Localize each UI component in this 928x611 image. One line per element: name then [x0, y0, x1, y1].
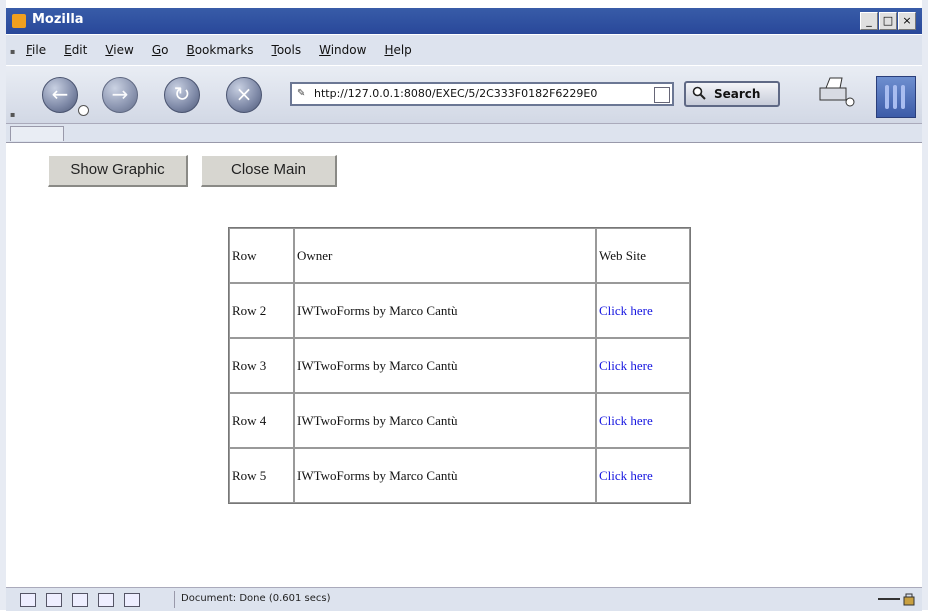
- row-cell: Row 4: [229, 393, 294, 448]
- stop-button[interactable]: ×: [226, 77, 262, 113]
- mozilla-app-icon: [12, 14, 26, 28]
- title-bar: Mozilla _ □ ×: [6, 8, 922, 34]
- header-row: Row: [229, 228, 294, 283]
- back-history-dropdown-icon[interactable]: [78, 105, 89, 116]
- close-window-button[interactable]: ×: [898, 12, 916, 30]
- address-bar[interactable]: ✎ http://127.0.0.1:8080/EXEC/5/2C333F018…: [290, 82, 674, 106]
- chat-icon[interactable]: [124, 593, 140, 607]
- page-icon: ✎: [297, 88, 306, 99]
- status-separator: [174, 591, 175, 608]
- search-button-label: Search: [714, 87, 761, 101]
- row-cell: Row 3: [229, 338, 294, 393]
- menu-file[interactable]: File: [26, 43, 46, 57]
- menu-help[interactable]: Help: [384, 43, 411, 57]
- composer-icon[interactable]: [72, 593, 88, 607]
- web-site-cell: Click here: [596, 283, 690, 338]
- minimize-button[interactable]: _: [860, 12, 878, 30]
- click-here-link[interactable]: Click here: [599, 468, 653, 483]
- print-icon[interactable]: [816, 76, 856, 108]
- click-here-link[interactable]: Click here: [599, 413, 653, 428]
- mail-icon[interactable]: [46, 593, 62, 607]
- search-button[interactable]: Search: [684, 81, 780, 107]
- tab-strip: [6, 124, 922, 143]
- reload-button[interactable]: ↻: [164, 77, 200, 113]
- forward-button[interactable]: →: [102, 77, 138, 113]
- menu-go[interactable]: Go: [152, 43, 169, 57]
- menu-bar: ▪ File Edit View Go Bookmarks Tools Wind…: [6, 35, 922, 65]
- forward-arrow-icon: →: [111, 82, 129, 106]
- status-bar: Document: Done (0.601 secs): [6, 587, 922, 611]
- security-lock-icon[interactable]: [876, 592, 916, 606]
- navigation-toolbar: ▪ ← → ↻ × ✎ http://127.0.0.1:8080/EXEC/5…: [6, 66, 922, 124]
- menu-tools[interactable]: Tools: [272, 43, 302, 57]
- menu-view[interactable]: View: [105, 43, 133, 57]
- table-row: Row 4 IWTwoForms by Marco Cantù Click he…: [229, 393, 690, 448]
- click-here-link[interactable]: Click here: [599, 358, 653, 373]
- reload-icon: ↻: [173, 82, 191, 106]
- navigator-icon[interactable]: [20, 593, 36, 607]
- show-graphic-button[interactable]: Show Graphic: [48, 155, 188, 187]
- owners-table: Row Owner Web Site Row 2 IWTwoForms by M…: [228, 227, 691, 504]
- tab-current[interactable]: [10, 126, 64, 141]
- table-row: Row 5 IWTwoForms by Marco Cantù Click he…: [229, 448, 690, 503]
- back-button[interactable]: ←: [42, 77, 78, 113]
- close-main-button[interactable]: Close Main: [201, 155, 337, 187]
- throbber-icon[interactable]: [876, 76, 916, 118]
- back-arrow-icon: ←: [51, 82, 69, 106]
- search-icon: [692, 86, 706, 100]
- owner-cell: IWTwoForms by Marco Cantù: [294, 283, 596, 338]
- header-web-site: Web Site: [596, 228, 690, 283]
- toolbar-grip-icon[interactable]: ▪: [10, 110, 16, 119]
- address-text: http://127.0.0.1:8080/EXEC/5/2C333F0182F…: [314, 87, 598, 100]
- window-controls: _ □ ×: [860, 12, 916, 30]
- web-site-cell: Click here: [596, 338, 690, 393]
- owner-cell: IWTwoForms by Marco Cantù: [294, 338, 596, 393]
- menu-window[interactable]: Window: [319, 43, 366, 57]
- web-site-cell: Click here: [596, 448, 690, 503]
- header-owner: Owner: [294, 228, 596, 283]
- maximize-button[interactable]: □: [879, 12, 897, 30]
- stop-icon: ×: [235, 82, 253, 106]
- status-text: Document: Done (0.601 secs): [181, 593, 331, 604]
- owner-cell: IWTwoForms by Marco Cantù: [294, 393, 596, 448]
- window-title: Mozilla: [32, 12, 84, 27]
- page-content: Show Graphic Close Main Row Owner Web Si…: [6, 143, 922, 587]
- menu-edit[interactable]: Edit: [64, 43, 87, 57]
- web-site-cell: Click here: [596, 393, 690, 448]
- toolbar-grip-icon[interactable]: ▪: [10, 47, 16, 56]
- row-cell: Row 5: [229, 448, 294, 503]
- table-header-row: Row Owner Web Site: [229, 228, 690, 283]
- table-row: Row 3 IWTwoForms by Marco Cantù Click he…: [229, 338, 690, 393]
- address-dropdown-icon[interactable]: [654, 87, 670, 103]
- click-here-link[interactable]: Click here: [599, 303, 653, 318]
- menu-bookmarks[interactable]: Bookmarks: [186, 43, 253, 57]
- owner-cell: IWTwoForms by Marco Cantù: [294, 448, 596, 503]
- table-row: Row 2 IWTwoForms by Marco Cantù Click he…: [229, 283, 690, 338]
- row-cell: Row 2: [229, 283, 294, 338]
- address-book-icon[interactable]: [98, 593, 114, 607]
